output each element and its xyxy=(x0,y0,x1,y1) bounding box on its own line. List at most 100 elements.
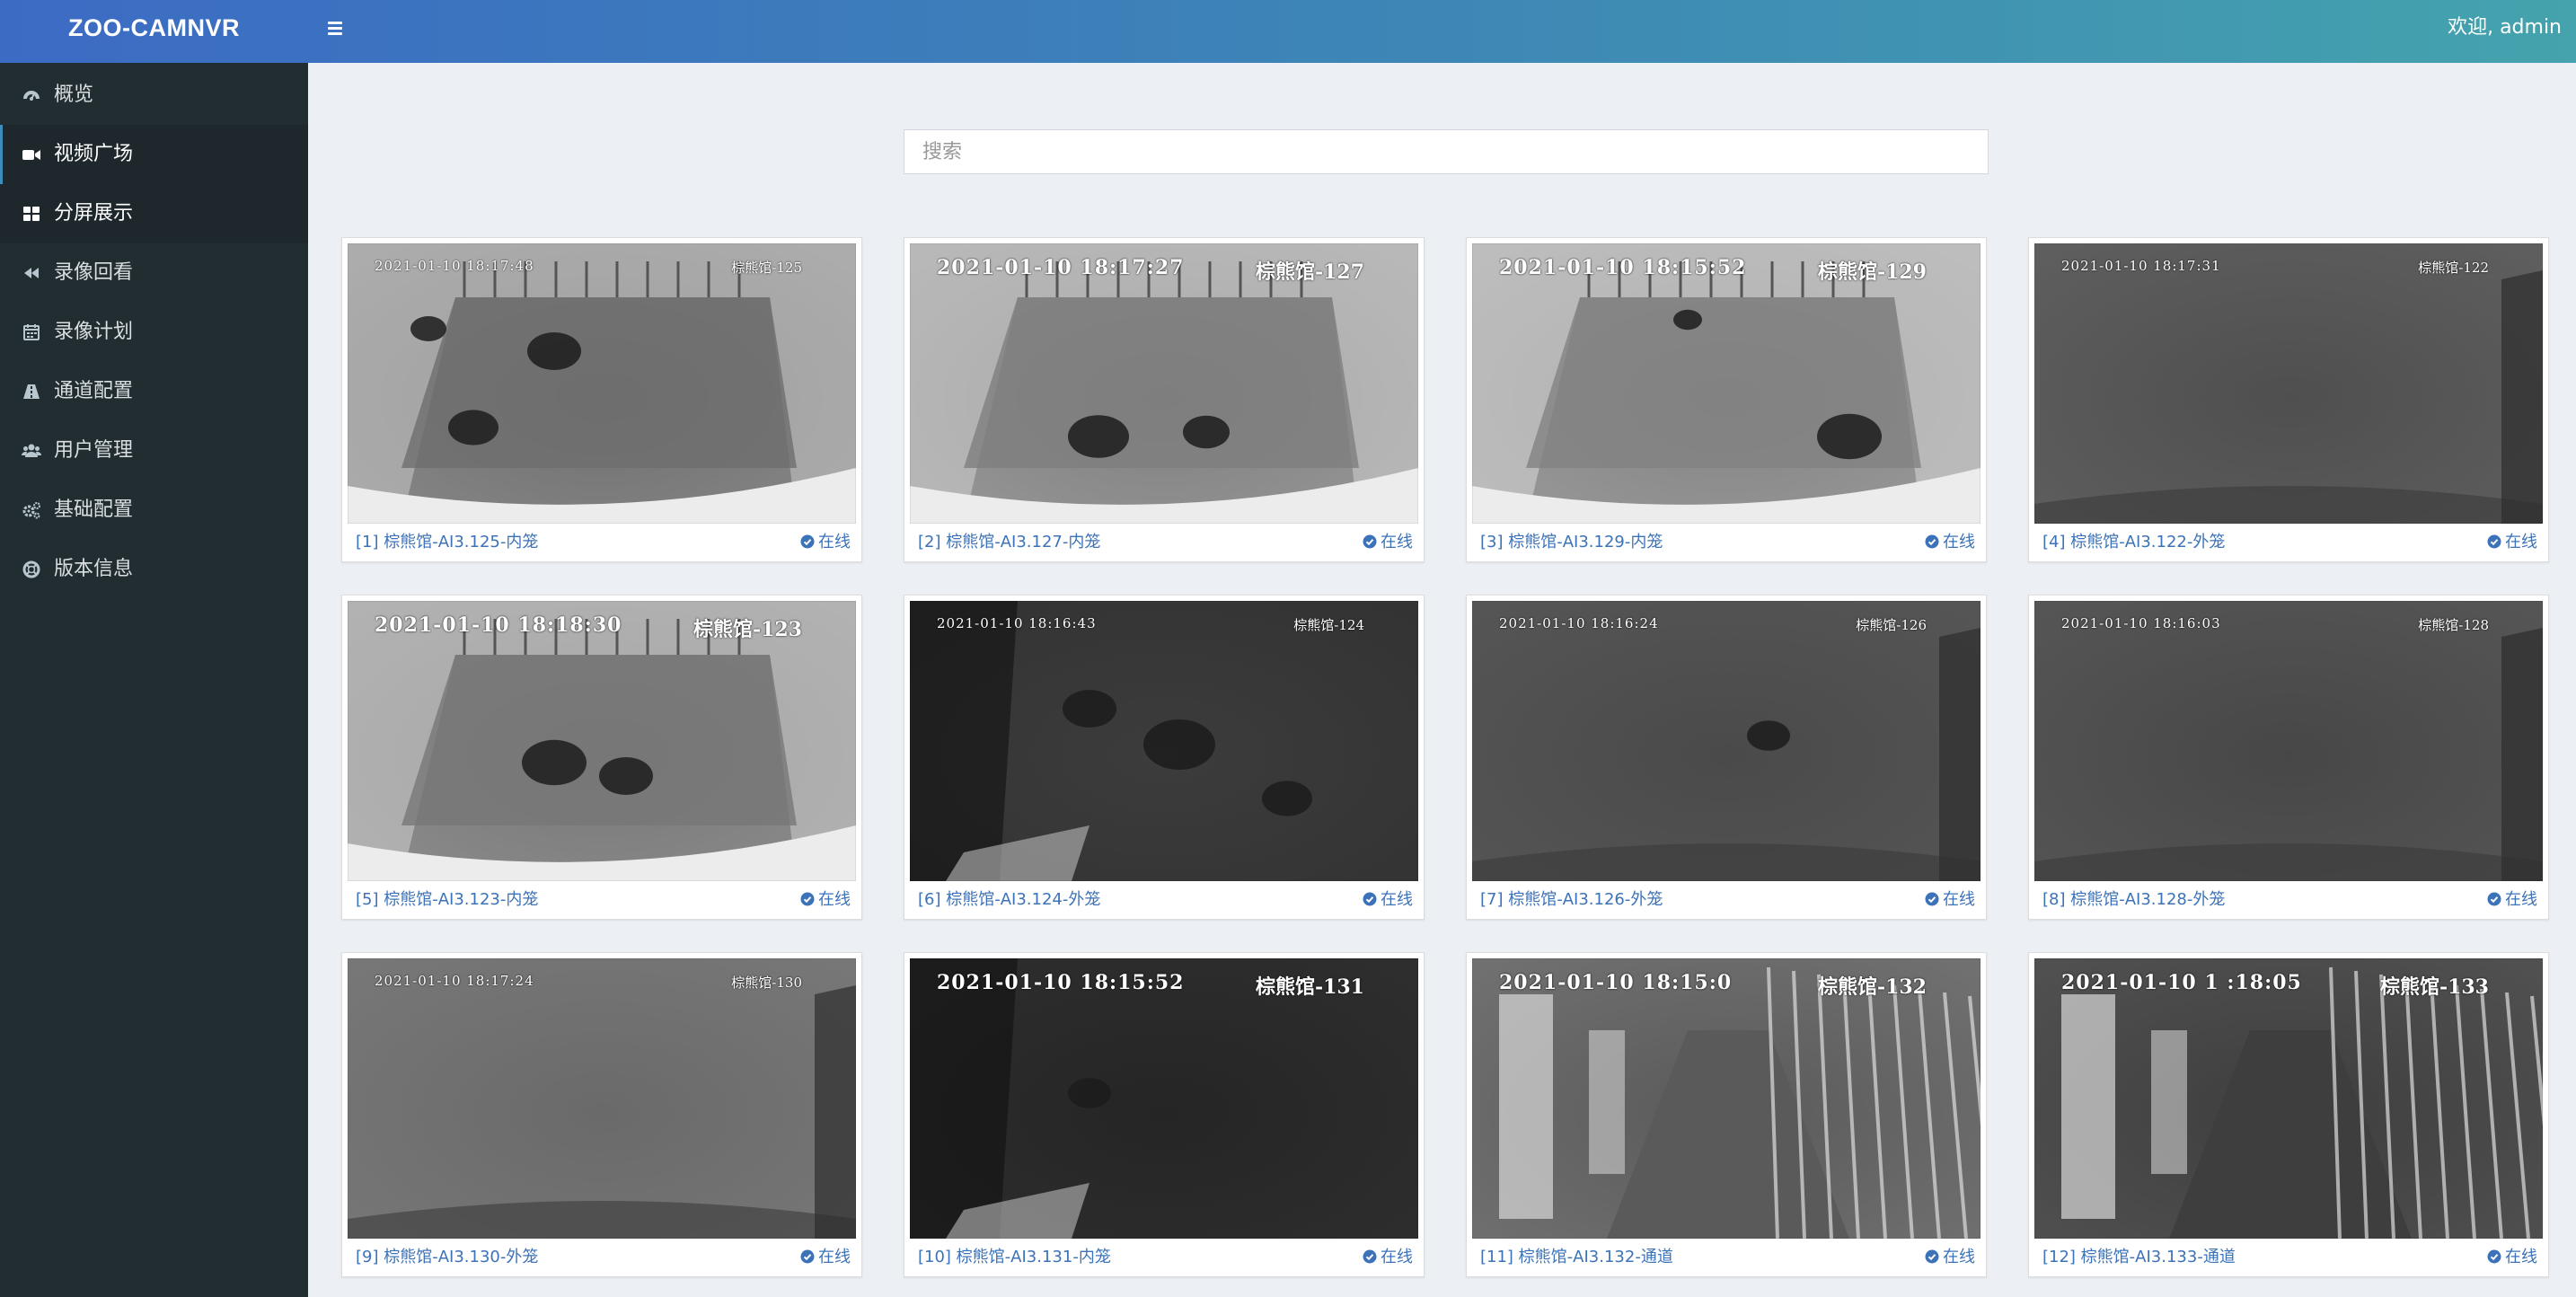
sidebar-item-label: 分屏展示 xyxy=(54,202,134,225)
camera-title-link[interactable]: [3] 棕熊馆-AI3.129-内笼 xyxy=(1480,529,1663,556)
status-badge: 在线 xyxy=(800,529,851,556)
video-camera-icon xyxy=(22,145,41,164)
sidebar-item-basic-config[interactable]: 基础配置 xyxy=(0,481,308,540)
search-input[interactable] xyxy=(904,129,1989,174)
status-badge: 在线 xyxy=(1363,529,1413,556)
camera-thumbnail[interactable]: 2021-01-10 18:16:43 棕熊馆-124 xyxy=(910,601,1418,881)
sidebar-item-overview[interactable]: 概览 xyxy=(0,66,308,125)
status-badge: 在线 xyxy=(800,887,851,913)
osd-timestamp: 2021-01-10 18:17:27 xyxy=(937,256,1185,279)
camera-thumbnail[interactable]: 2021-01-10 18:17:27 棕熊馆-127 xyxy=(910,243,1418,524)
camera-card[interactable]: 2021-01-10 18:18:30 棕熊馆-123 [5] 棕熊馆-AI3.12… xyxy=(341,595,862,920)
camera-card[interactable]: 2021-01-10 18:15:52 棕熊馆-129 [3] 棕熊馆-AI3.12… xyxy=(1466,237,1987,562)
check-circle-icon xyxy=(2487,892,2501,906)
osd-camera-name: 棕熊馆-124 xyxy=(1293,617,1364,633)
sidebar-item-record-plan[interactable]: 录像计划 xyxy=(0,303,308,362)
welcome-user[interactable]: 欢迎, admin xyxy=(2448,0,2562,56)
camera-title-link[interactable]: [10] 棕熊馆-AI3.131-内笼 xyxy=(918,1244,1111,1271)
camera-title-link[interactable]: [9] 棕熊馆-AI3.130-外笼 xyxy=(356,1244,538,1271)
camera-title-link[interactable]: [7] 棕熊馆-AI3.126-外笼 xyxy=(1480,887,1663,913)
check-circle-icon xyxy=(2487,1249,2501,1264)
camera-frame-image xyxy=(2034,958,2543,1239)
camera-card[interactable]: 2021-01-10 18:17:24 棕熊馆-130 [9] 棕熊馆-AI3.13… xyxy=(341,952,862,1277)
camera-title-link[interactable]: [5] 棕熊馆-AI3.123-内笼 xyxy=(356,887,538,913)
check-circle-icon xyxy=(1363,534,1377,549)
brand-logo[interactable]: ZOO-CAMNVR xyxy=(0,0,308,63)
camera-frame-image xyxy=(348,243,856,524)
camera-title-link[interactable]: [12] 棕熊馆-AI3.133-通道 xyxy=(2042,1244,2236,1271)
status-label: 在线 xyxy=(818,1248,851,1266)
sidebar: 概览 视频广场 分屏展示 录像回看 录像计划 通道配置 用户管理 基础配置 版本… xyxy=(0,63,308,1297)
camera-card[interactable]: 2021-01-10 18:15:0 棕熊馆-132 [11] 棕熊馆-AI3.13… xyxy=(1466,952,1987,1277)
check-circle-icon xyxy=(1925,1249,1939,1264)
camera-thumbnail[interactable]: 2021-01-10 18:17:31 棕熊馆-122 xyxy=(2034,243,2543,524)
camera-card[interactable]: 2021-01-10 18:17:31 棕熊馆-122 [4] 棕熊馆-AI3.12… xyxy=(2028,237,2549,562)
road-icon xyxy=(22,382,41,401)
status-badge: 在线 xyxy=(2487,529,2537,556)
sidebar-item-user-management[interactable]: 用户管理 xyxy=(0,421,308,481)
camera-frame-image xyxy=(910,601,1418,881)
camera-thumbnail[interactable]: 2021-01-10 18:15:52 棕熊馆-131 xyxy=(910,958,1418,1239)
camera-frame-image xyxy=(1472,243,1981,524)
lifebuoy-icon xyxy=(22,560,41,579)
osd-timestamp: 2021-01-10 18:16:24 xyxy=(1499,615,1659,631)
camera-thumbnail[interactable]: 2021-01-10 1 :18:05 棕熊馆-133 xyxy=(2034,958,2543,1239)
status-label: 在线 xyxy=(1381,1248,1413,1266)
status-label: 在线 xyxy=(1943,1248,1975,1266)
osd-camera-name: 棕熊馆-132 xyxy=(1817,975,1927,999)
camera-card[interactable]: 2021-01-10 18:17:27 棕熊馆-127 [2] 棕熊馆-AI3.12… xyxy=(904,237,1425,562)
camera-title-link[interactable]: [4] 棕熊馆-AI3.122-外笼 xyxy=(2042,529,2225,556)
rewind-icon xyxy=(22,263,41,283)
calendar-icon xyxy=(22,322,41,342)
status-label: 在线 xyxy=(1381,533,1413,551)
sidebar-item-split-screen[interactable]: 分屏展示 xyxy=(0,184,308,243)
osd-camera-name: 棕熊馆-125 xyxy=(731,260,802,276)
check-circle-icon xyxy=(1363,1249,1377,1264)
camera-card[interactable]: 2021-01-10 18:17:48 棕熊馆-125 [1] 棕熊馆-AI3.12… xyxy=(341,237,862,562)
camera-title-link[interactable]: [2] 棕熊馆-AI3.127-内笼 xyxy=(918,529,1100,556)
camera-card[interactable]: 2021-01-10 18:16:43 棕熊馆-124 [6] 棕熊馆-AI3.12… xyxy=(904,595,1425,920)
osd-timestamp: 2021-01-10 1 :18:05 xyxy=(2061,971,2302,994)
camera-thumbnail[interactable]: 2021-01-10 18:17:48 棕熊馆-125 xyxy=(348,243,856,524)
camera-thumbnail[interactable]: 2021-01-10 18:15:52 棕熊馆-129 xyxy=(1472,243,1981,524)
osd-timestamp: 2021-01-10 18:17:31 xyxy=(2061,258,2221,274)
camera-thumbnail[interactable]: 2021-01-10 18:17:24 棕熊馆-130 xyxy=(348,958,856,1239)
camera-title-link[interactable]: [6] 棕熊馆-AI3.124-外笼 xyxy=(918,887,1100,913)
sidebar-item-label: 视频广场 xyxy=(54,143,134,165)
camera-card[interactable]: 2021-01-10 18:15:52 棕熊馆-131 [10] 棕熊馆-AI3.1… xyxy=(904,952,1425,1277)
camera-thumbnail[interactable]: 2021-01-10 18:18:30 棕熊馆-123 xyxy=(348,601,856,881)
sidebar-toggle-icon[interactable] xyxy=(323,13,350,43)
osd-timestamp: 2021-01-10 18:16:43 xyxy=(937,615,1097,631)
camera-title-link[interactable]: [1] 棕熊馆-AI3.125-内笼 xyxy=(356,529,538,556)
camera-frame-image xyxy=(910,243,1418,524)
check-circle-icon xyxy=(1925,892,1939,906)
sidebar-item-playback[interactable]: 录像回看 xyxy=(0,243,308,303)
status-label: 在线 xyxy=(1943,533,1975,551)
sidebar-item-channel-config[interactable]: 通道配置 xyxy=(0,362,308,421)
osd-camera-name: 棕熊馆-133 xyxy=(2379,975,2489,999)
sidebar-item-video-square[interactable]: 视频广场 xyxy=(0,125,308,184)
camera-card[interactable]: 2021-01-10 18:16:24 棕熊馆-126 [7] 棕熊馆-AI3.12… xyxy=(1466,595,1987,920)
osd-camera-name: 棕熊馆-126 xyxy=(1856,617,1927,633)
camera-thumbnail[interactable]: 2021-01-10 18:16:24 棕熊馆-126 xyxy=(1472,601,1981,881)
osd-timestamp: 2021-01-10 18:15:52 xyxy=(937,971,1185,994)
sidebar-item-label: 通道配置 xyxy=(54,380,134,402)
sidebar-item-version-info[interactable]: 版本信息 xyxy=(0,540,308,599)
status-label: 在线 xyxy=(1381,890,1413,909)
camera-grid: 2021-01-10 18:17:48 棕熊馆-125 [1] 棕熊馆-AI3.12… xyxy=(341,237,2553,1277)
sidebar-item-label: 录像计划 xyxy=(54,321,134,343)
osd-camera-name: 棕熊馆-123 xyxy=(693,618,802,641)
camera-card[interactable]: 2021-01-10 1 :18:05 棕熊馆-133 [12] 棕熊馆-AI3.1… xyxy=(2028,952,2549,1277)
osd-timestamp: 2021-01-10 18:15:0 xyxy=(1499,971,1733,994)
camera-thumbnail[interactable]: 2021-01-10 18:16:03 棕熊馆-128 xyxy=(2034,601,2543,881)
status-label: 在线 xyxy=(1943,890,1975,909)
camera-card[interactable]: 2021-01-10 18:16:03 棕熊馆-128 [8] 棕熊馆-AI3.12… xyxy=(2028,595,2549,920)
users-icon xyxy=(22,441,41,461)
camera-title-link[interactable]: [8] 棕熊馆-AI3.128-外笼 xyxy=(2042,887,2225,913)
osd-timestamp: 2021-01-10 18:17:48 xyxy=(375,258,534,274)
check-circle-icon xyxy=(800,1249,815,1264)
status-badge: 在线 xyxy=(1363,1244,1413,1271)
camera-thumbnail[interactable]: 2021-01-10 18:15:0 棕熊馆-132 xyxy=(1472,958,1981,1239)
camera-frame-image xyxy=(910,958,1418,1239)
camera-title-link[interactable]: [11] 棕熊馆-AI3.132-通道 xyxy=(1480,1244,1673,1271)
